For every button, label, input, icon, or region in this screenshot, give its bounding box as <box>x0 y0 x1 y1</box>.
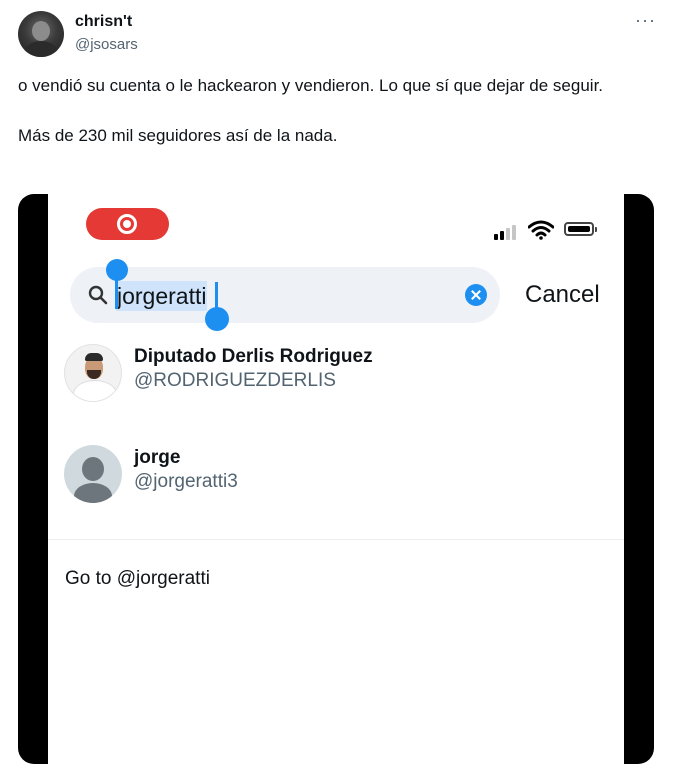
author-handle[interactable]: @jsosars <box>75 36 138 53</box>
result-name: jorge <box>134 447 181 468</box>
cancel-button[interactable]: Cancel <box>525 281 600 309</box>
phone-screen: jorgeratti Cancel Diputado Derlis Rodrig… <box>48 194 624 764</box>
search-query-text[interactable]: jorgeratti <box>116 281 208 311</box>
divider <box>48 539 624 540</box>
screen-recording-indicator <box>86 208 169 240</box>
result-handle: @RODRIGUEZDERLIS <box>134 370 336 391</box>
tweet-media-screenshot[interactable]: jorgeratti Cancel Diputado Derlis Rodrig… <box>18 194 654 764</box>
author-avatar[interactable] <box>18 11 64 57</box>
go-to-profile-link[interactable]: Go to @jorgeratti <box>65 568 210 590</box>
clear-search-button[interactable] <box>465 284 487 306</box>
battery-icon <box>564 222 597 236</box>
tweet: chrisn't @jsosars ··· o vendió su cuenta… <box>0 0 679 764</box>
author-display-name[interactable]: chrisn't <box>75 13 132 31</box>
search-field[interactable]: jorgeratti <box>70 267 500 323</box>
selection-end-handle[interactable] <box>205 282 229 331</box>
result-avatar <box>64 344 122 402</box>
result-handle: @jorgeratti3 <box>134 471 238 492</box>
result-name: Diputado Derlis Rodriguez <box>134 346 373 367</box>
tweet-text-paragraph-2: Más de 230 mil seguidores así de la nada… <box>18 126 338 145</box>
search-result-item[interactable]: jorge @jorgeratti3 <box>64 445 604 515</box>
search-result-item[interactable]: Diputado Derlis Rodriguez @RODRIGUEZDERL… <box>64 344 604 414</box>
default-avatar-icon <box>64 445 122 503</box>
tweet-text: o vendió su cuenta o le hackearon y vend… <box>18 73 648 148</box>
wifi-icon <box>528 220 554 240</box>
more-options-icon[interactable]: ··· <box>635 10 656 31</box>
selection-start-handle[interactable] <box>106 259 128 309</box>
tweet-text-paragraph-1: o vendió su cuenta o le hackearon y vend… <box>18 76 604 95</box>
status-bar-icons <box>494 220 604 240</box>
search-icon <box>88 285 108 305</box>
